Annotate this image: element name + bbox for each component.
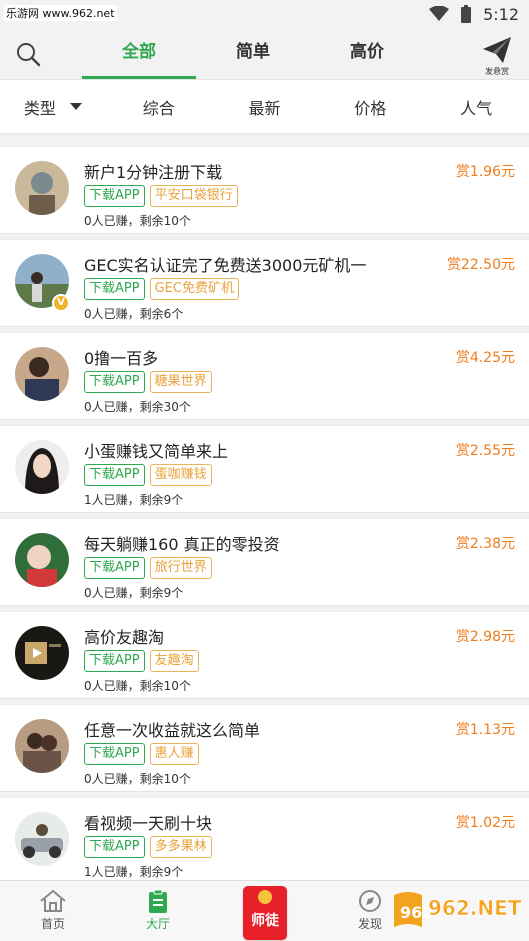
task-reward: 赏2.38元 <box>455 536 515 552</box>
task-title: 高价友趣淘 <box>84 628 165 647</box>
task-type-tag: 下载APP <box>84 557 145 579</box>
avatar <box>15 533 69 587</box>
avatar <box>15 626 69 680</box>
task-type-tag: 下载APP <box>84 650 145 672</box>
task-reward: 赏1.96元 <box>455 164 515 180</box>
tab-all[interactable]: 全部 <box>82 28 196 80</box>
task-title: 小蛋赚钱又简单来上 <box>84 442 229 461</box>
task-type-tag: 下载APP <box>84 743 145 765</box>
publish-reward-button[interactable]: 发悬赏 <box>479 36 515 76</box>
task-app-tag: 友趣淘 <box>149 650 199 672</box>
clipboard-icon <box>149 889 167 913</box>
task-title: GEC实名认证完了免费送3000元矿机一 <box>84 256 367 275</box>
task-card[interactable]: 高价友趣淘 赏2.98元 下载APP 友趣淘 0人已赚，剩余10个 <box>0 611 529 699</box>
sort-comprehensive[interactable]: 综合 <box>106 95 212 119</box>
search-icon[interactable] <box>14 40 42 68</box>
task-type-tag: 下载APP <box>84 836 145 858</box>
type-label: 类型 <box>23 98 56 118</box>
nav-home[interactable]: 首页 <box>23 889 83 932</box>
avatar <box>15 719 69 773</box>
task-card[interactable]: 任意一次收益就这么简单 赏1.13元 下载APP 惠人赚 0人已赚，剩余10个 <box>0 704 529 792</box>
status-bar: 乐游网 www.962.net 5:12 <box>0 0 529 28</box>
task-progress: 0人已赚，剩余10个 <box>84 214 191 228</box>
task-progress: 0人已赚，剩余6个 <box>84 307 184 321</box>
task-reward: 赏4.25元 <box>455 350 515 366</box>
sort-price[interactable]: 价格 <box>317 95 423 119</box>
tab-simple[interactable]: 简单 <box>196 28 310 80</box>
task-card[interactable]: 每天躺赚160 真正的零投资 赏2.38元 下载APP 旅行世界 0人已赚，剩余… <box>0 518 529 606</box>
home-icon <box>40 889 66 912</box>
task-card[interactable]: 小蛋赚钱又简单来上 赏2.55元 下载APP 蛋咖赚钱 1人已赚，剩余9个 <box>0 425 529 513</box>
task-reward: 赏22.50元 <box>446 257 515 273</box>
task-app-tag: 惠人赚 <box>149 743 199 765</box>
task-reward: 赏1.02元 <box>455 815 515 831</box>
nav-discover-label: 发现 <box>357 917 382 931</box>
publish-label: 发悬赏 <box>485 67 509 76</box>
top-nav: 全部 简单 高价 发悬赏 <box>0 28 529 80</box>
wifi-icon <box>429 6 450 21</box>
sort-latest[interactable]: 最新 <box>212 95 318 119</box>
avatar <box>15 812 69 866</box>
task-reward: 赏2.98元 <box>455 629 515 645</box>
task-title: 新户1分钟注册下载 <box>84 163 223 182</box>
sort-popularity[interactable]: 人气 <box>423 95 529 119</box>
task-app-tag: 多多果林 <box>149 836 212 858</box>
task-app-tag: 旅行世界 <box>149 557 212 579</box>
task-card[interactable]: 0撸一百多 赏4.25元 下载APP 糖果世界 0人已赚，剩余30个 <box>0 332 529 420</box>
watermark-text: 乐游网 www.962.net <box>4 5 117 21</box>
task-title: 看视频一天刷十块 <box>84 814 213 833</box>
task-progress: 0人已赚，剩余9个 <box>84 586 184 600</box>
task-title: 任意一次收益就这么简单 <box>84 721 261 740</box>
task-reward: 赏1.13元 <box>455 722 515 738</box>
task-progress: 0人已赚，剩余10个 <box>84 679 191 693</box>
task-title: 0撸一百多 <box>84 349 159 368</box>
task-type-tag: 下载APP <box>84 278 145 300</box>
watermark-text: 962.NET 乐游网 <box>428 896 526 920</box>
site-watermark-logo: 962 962.NET 乐游网 <box>394 892 526 927</box>
task-app-tag: GEC免费矿机 <box>149 278 239 300</box>
mentor-red-envelope-button[interactable]: 师徒 <box>243 886 287 940</box>
avatar <box>15 440 69 494</box>
avatar <box>15 347 69 401</box>
task-list: 新户1分钟注册下载 赏1.96元 下载APP 平安口袋银行 0人已赚，剩余10个… <box>0 134 529 880</box>
task-card[interactable]: 看视频一天刷十块 赏1.02元 下载APP 多多果林 1人已赚，剩余9个 <box>0 797 529 880</box>
nav-hall[interactable]: 大厅 <box>128 889 188 932</box>
battery-icon <box>461 5 472 23</box>
task-type-tag: 下载APP <box>84 185 145 207</box>
task-progress: 0人已赚，剩余10个 <box>84 772 191 786</box>
task-card[interactable]: V GEC实名认证完了免费送3000元矿机一 赏22.50元 下载APP GEC… <box>0 239 529 327</box>
type-dropdown[interactable]: 类型 <box>0 95 106 119</box>
nav-hall-label: 大厅 <box>145 917 170 931</box>
nav-home-label: 首页 <box>40 917 65 931</box>
task-progress: 1人已赚，剩余9个 <box>84 865 184 879</box>
avatar <box>15 161 69 215</box>
tab-high-price[interactable]: 高价 <box>310 28 424 80</box>
task-progress: 0人已赚，剩余30个 <box>84 400 191 414</box>
task-reward: 赏2.55元 <box>455 443 515 459</box>
task-type-tag: 下载APP <box>84 464 145 486</box>
category-tabs: 全部 简单 高价 <box>82 28 424 80</box>
task-app-tag: 蛋咖赚钱 <box>149 464 212 486</box>
coin-icon <box>258 890 272 904</box>
filter-bar: 类型 综合 最新 价格 人气 <box>0 80 529 134</box>
task-progress: 1人已赚，剩余9个 <box>84 493 184 507</box>
task-app-tag: 平安口袋银行 <box>149 185 238 207</box>
verified-badge-icon: V <box>52 294 70 312</box>
task-card[interactable]: 新户1分钟注册下载 赏1.96元 下载APP 平安口袋银行 0人已赚，剩余10个 <box>0 146 529 234</box>
task-title: 每天躺赚160 真正的零投资 <box>84 535 280 554</box>
mentor-label: 师徒 <box>251 913 279 929</box>
paper-plane-icon <box>483 37 511 63</box>
chevron-down-icon <box>69 103 82 110</box>
task-app-tag: 糖果世界 <box>149 371 212 393</box>
compass-icon <box>359 890 381 912</box>
clock: 5:12 <box>483 4 519 24</box>
task-type-tag: 下载APP <box>84 371 145 393</box>
